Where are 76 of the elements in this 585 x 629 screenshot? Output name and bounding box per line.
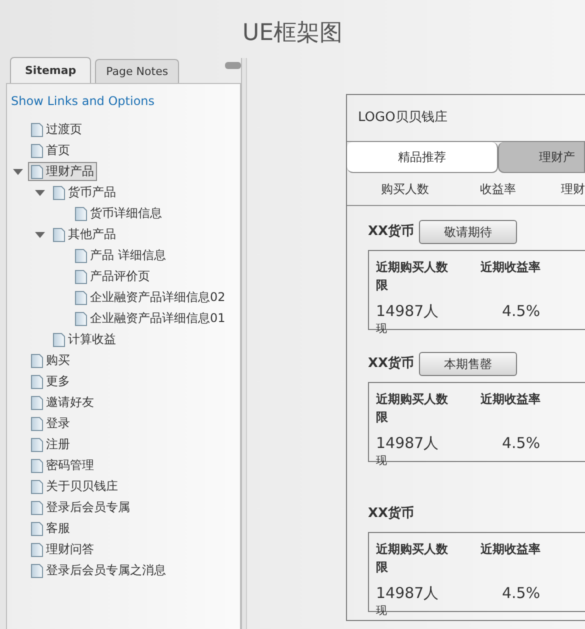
page-icon (31, 564, 43, 578)
buyer-count: 14987人 (376, 301, 440, 322)
sitemap-item[interactable]: 注册 (28, 435, 73, 454)
panel-tab[interactable]: Sitemap (10, 56, 92, 83)
sitemap-item[interactable]: 购买 (28, 351, 73, 370)
yield-rate: 4.5% (502, 583, 540, 604)
column-header: 近期收益率 (480, 259, 542, 276)
sitemap-item[interactable]: 货币详细信息 (72, 204, 165, 223)
product-name: XX货币 (368, 354, 414, 374)
show-links-link[interactable]: Show Links and Options (11, 92, 155, 110)
column-header: 限 (376, 559, 389, 576)
toggle-icon[interactable] (35, 232, 45, 238)
page-icon (31, 458, 43, 472)
page-icon (31, 144, 43, 158)
buyer-count: 14987人 (376, 433, 440, 454)
page-icon (31, 374, 43, 388)
page-icon (31, 500, 43, 514)
sitemap-item[interactable]: 登录 (28, 414, 73, 433)
column-header: 近期购买人数 (376, 541, 449, 558)
page-icon (75, 290, 87, 304)
page-icon (31, 354, 43, 368)
sitemap-item[interactable]: 理财产品 (28, 162, 97, 181)
page-title: UE框架图 (241, 18, 344, 48)
sitemap-item[interactable]: 登录后会员专属 (28, 498, 133, 517)
column-header: 近期购买人数 (376, 391, 449, 408)
product-name: XX货币 (368, 504, 414, 524)
sort-option[interactable]: 理财 (561, 180, 585, 198)
sitemap-item[interactable]: 登录后会员专属之消息 (28, 561, 169, 580)
panel-tab[interactable]: Page Notes (95, 58, 180, 83)
sitemap-item[interactable]: 货币产品 (50, 183, 119, 202)
yield-rate: 4.5% (502, 301, 540, 322)
page-icon (31, 164, 43, 178)
page-icon (75, 206, 87, 220)
page-icon (31, 438, 43, 452)
sitemap-item[interactable]: 产品评价页 (72, 267, 153, 286)
page-icon (31, 122, 43, 136)
column-header: 近期收益率 (480, 391, 542, 408)
page-icon (75, 248, 87, 262)
wireframe-tab[interactable]: 理财产 (498, 142, 585, 173)
sitemap-item[interactable]: 企业融资产品详细信息01 (72, 309, 228, 328)
sitemap-item[interactable]: 理财问答 (28, 540, 97, 559)
column-header: 近期购买人数 (376, 259, 449, 276)
page-icon (31, 480, 43, 494)
sort-option[interactable]: 收益率 (480, 180, 561, 198)
sitemap-item[interactable]: 计算收益 (50, 330, 119, 349)
sitemap-item[interactable]: 企业融资产品详细信息02 (72, 288, 228, 307)
column-header: 近期收益率 (480, 541, 542, 558)
page-icon (31, 542, 43, 556)
sitemap-item[interactable]: 邀请好友 (28, 393, 97, 412)
page-icon (53, 332, 65, 346)
yield-rate: 4.5% (502, 433, 540, 454)
sitemap-item[interactable]: 首页 (28, 141, 73, 160)
page-icon (75, 270, 87, 284)
sitemap-item[interactable]: 其他产品 (50, 225, 119, 244)
column-header: 限 (376, 409, 389, 426)
sitemap-item[interactable]: 密码管理 (28, 456, 97, 475)
sitemap-item[interactable]: 客服 (28, 519, 73, 538)
column-header: 限 (376, 277, 389, 294)
sitemap-item[interactable]: 关于贝贝钱庄 (28, 477, 121, 496)
sort-option[interactable]: 购买人数 (381, 180, 480, 198)
page-icon (31, 416, 43, 430)
page-icon (53, 228, 65, 242)
page-icon (31, 396, 43, 410)
sitemap-item[interactable]: 产品 详细信息 (72, 246, 169, 265)
toggle-icon[interactable] (35, 190, 45, 196)
wireframe-tab[interactable]: 精品推荐 (347, 142, 498, 173)
status-button[interactable]: 本期售罄 (419, 352, 518, 376)
page-icon (31, 522, 43, 536)
page-icon (75, 312, 87, 326)
page-icon (53, 186, 65, 200)
sitemap-item[interactable]: 更多 (28, 372, 73, 391)
sitemap-item[interactable]: 过渡页 (28, 120, 85, 139)
toggle-icon[interactable] (13, 168, 23, 174)
status-button[interactable]: 敬请期待 (419, 220, 518, 244)
buyer-count: 14987人 (376, 583, 440, 604)
product-name: XX货币 (368, 222, 414, 242)
